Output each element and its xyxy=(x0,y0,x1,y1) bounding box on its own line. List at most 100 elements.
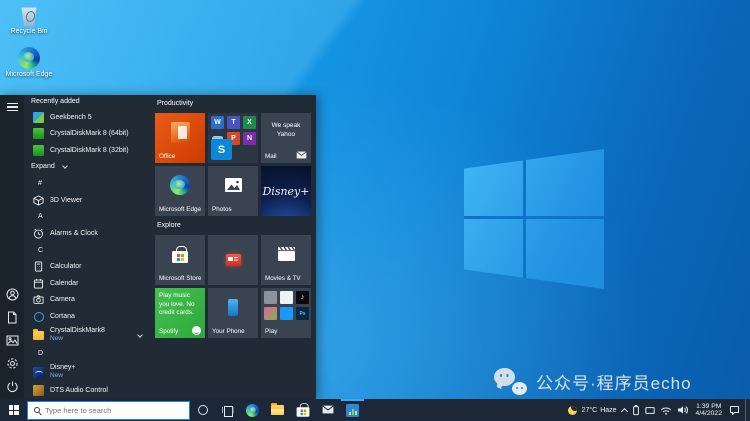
camera-icon xyxy=(33,294,44,305)
app-list-item-crystaldiskmark-folder[interactable]: CrystalDiskMark8 New xyxy=(24,325,150,346)
tile-microsoft-edge[interactable]: Microsoft Edge xyxy=(155,166,205,216)
search-input[interactable] xyxy=(45,402,183,419)
expand-button[interactable]: Expand xyxy=(24,159,150,176)
roblox-icon[interactable] xyxy=(264,291,277,304)
task-view-button[interactable] xyxy=(215,399,240,421)
game-icon[interactable] xyxy=(264,307,277,320)
running-indicator xyxy=(341,399,364,401)
prime-video-icon[interactable] xyxy=(280,307,293,320)
benchmark-app-button[interactable] xyxy=(340,399,365,421)
battery-icon[interactable] xyxy=(632,404,640,416)
section-letter[interactable]: A xyxy=(24,208,150,225)
benchmark-app-icon xyxy=(346,404,359,417)
hidden-icons-chevron[interactable] xyxy=(620,407,627,414)
tile-play-folder[interactable]: ♪ Ps Play xyxy=(261,288,311,338)
app-list-item-cortana[interactable]: Cortana xyxy=(24,308,150,325)
app-list-item-3d-viewer[interactable]: 3D Viewer xyxy=(24,192,150,209)
new-badge: New xyxy=(50,372,75,380)
tile-spotify[interactable]: Play music you love. No credit cards. Sp… xyxy=(155,288,205,338)
settings-gear-icon[interactable] xyxy=(0,356,24,370)
tile-movies-tv[interactable]: Movies & TV xyxy=(261,235,311,285)
system-tray: 27°C Haze 1:39 PM 4/4/2022 xyxy=(568,399,750,421)
app-list-item-calculator[interactable]: Calculator xyxy=(24,258,150,275)
tile-disney-plus[interactable]: Disney+ xyxy=(261,166,311,216)
taskbar-search[interactable] xyxy=(27,401,190,420)
envelope-icon xyxy=(296,151,307,159)
app-list-item-crystaldiskmark-64[interactable]: CrystalDiskMark 8 (64bit) xyxy=(24,125,150,142)
geekbench-icon xyxy=(33,112,44,123)
tile-microsoft-store[interactable]: Microsoft Store xyxy=(155,235,205,285)
action-center-icon[interactable] xyxy=(729,405,740,415)
file-explorer-icon xyxy=(271,405,284,415)
task-view-icon xyxy=(222,406,234,415)
windows-logo-icon xyxy=(9,405,19,415)
app-list-item-disney-plus[interactable]: Disney+ New xyxy=(24,362,150,383)
tile-your-phone[interactable]: Your Phone xyxy=(208,288,258,338)
news-icon xyxy=(226,254,241,266)
show-desktop-button[interactable] xyxy=(745,399,749,421)
app-list-item-crystaldiskmark-32[interactable]: CrystalDiskMark 8 (32bit) xyxy=(24,142,150,159)
section-letter[interactable]: # xyxy=(24,175,150,192)
pictures-icon[interactable] xyxy=(0,333,24,347)
solitaire-icon[interactable] xyxy=(280,291,293,304)
mail-icon xyxy=(322,401,334,419)
display-icon[interactable] xyxy=(645,406,655,415)
onenote-icon[interactable]: N xyxy=(243,132,256,145)
app-list-item-geekbench[interactable]: Geekbench 5 xyxy=(24,109,150,126)
watermark-text: 公众号·程序员echo xyxy=(536,369,692,394)
documents-icon[interactable] xyxy=(0,310,24,324)
app-list-item-alarms-clock[interactable]: Alarms & Clock xyxy=(24,225,150,242)
power-icon[interactable] xyxy=(0,379,24,393)
cortana-button[interactable] xyxy=(190,399,215,421)
crystaldiskmark-icon xyxy=(33,145,44,156)
chevron-down-icon[interactable] xyxy=(137,332,143,338)
store-bag-icon xyxy=(296,407,309,417)
tile-photos[interactable]: Photos xyxy=(208,166,258,216)
phone-icon xyxy=(228,299,238,316)
taskbar-edge-button[interactable] xyxy=(240,399,265,421)
cortana-icon xyxy=(198,405,208,415)
user-avatar-icon[interactable] xyxy=(0,287,24,301)
store-bag-icon xyxy=(172,251,188,263)
tiktok-icon[interactable]: ♪ xyxy=(296,291,309,304)
photoshop-icon[interactable]: Ps xyxy=(296,307,309,320)
wechat-watermark: 公众号·程序员echo xyxy=(494,368,692,395)
app-list-item-calendar[interactable]: Calendar xyxy=(24,275,150,292)
desktop: Recycle Bin Microsoft Edge 公众号·程序员echo xyxy=(0,0,750,421)
tile-office[interactable]: Office xyxy=(155,113,205,163)
volume-icon[interactable] xyxy=(677,405,689,415)
start-button[interactable] xyxy=(0,399,27,421)
dts-icon xyxy=(33,385,44,396)
tile-mail[interactable]: We speak Yahoo Mail xyxy=(261,113,311,163)
moon-weather-icon[interactable] xyxy=(568,406,577,415)
network-wifi-icon[interactable] xyxy=(660,406,672,415)
app-list-item-camera[interactable]: Camera xyxy=(24,292,150,309)
menu-hamburger-icon[interactable] xyxy=(0,100,24,114)
3d-viewer-icon xyxy=(33,195,44,206)
desktop-icon-microsoft-edge[interactable]: Microsoft Edge xyxy=(0,47,61,78)
weather-widget[interactable]: 27°C Haze xyxy=(582,407,617,414)
word-icon[interactable]: W xyxy=(211,116,224,129)
start-menu: Recently added Geekbench 5 CrystalDiskMa… xyxy=(0,95,316,399)
skype-tile[interactable]: S xyxy=(211,139,232,160)
app-list-item-dts-audio[interactable]: DTS Audio Control xyxy=(24,383,150,400)
teams-icon[interactable]: T xyxy=(227,116,240,129)
section-letter[interactable]: C xyxy=(24,242,150,259)
section-letter[interactable]: D xyxy=(24,345,150,362)
calculator-icon xyxy=(33,261,44,272)
microsoft-store-button[interactable] xyxy=(290,399,315,421)
mail-button[interactable] xyxy=(315,399,340,421)
calendar-icon xyxy=(33,278,44,289)
desktop-icon-recycle-bin[interactable]: Recycle Bin xyxy=(0,5,61,35)
start-menu-app-list: Recently added Geekbench 5 CrystalDiskMa… xyxy=(24,95,150,399)
tile-news[interactable] xyxy=(208,235,258,285)
taskbar: 27°C Haze 1:39 PM 4/4/2022 xyxy=(0,399,750,421)
tile-group-header: Productivity xyxy=(157,100,316,110)
excel-icon[interactable]: X xyxy=(243,116,256,129)
file-explorer-button[interactable] xyxy=(265,399,290,421)
tile-office-folder[interactable]: W T X P N S xyxy=(208,113,258,163)
edge-icon xyxy=(18,47,40,69)
recently-added-header: Recently added xyxy=(24,95,150,109)
folder-icon xyxy=(33,331,44,340)
taskbar-clock[interactable]: 1:39 PM 4/4/2022 xyxy=(696,403,722,418)
